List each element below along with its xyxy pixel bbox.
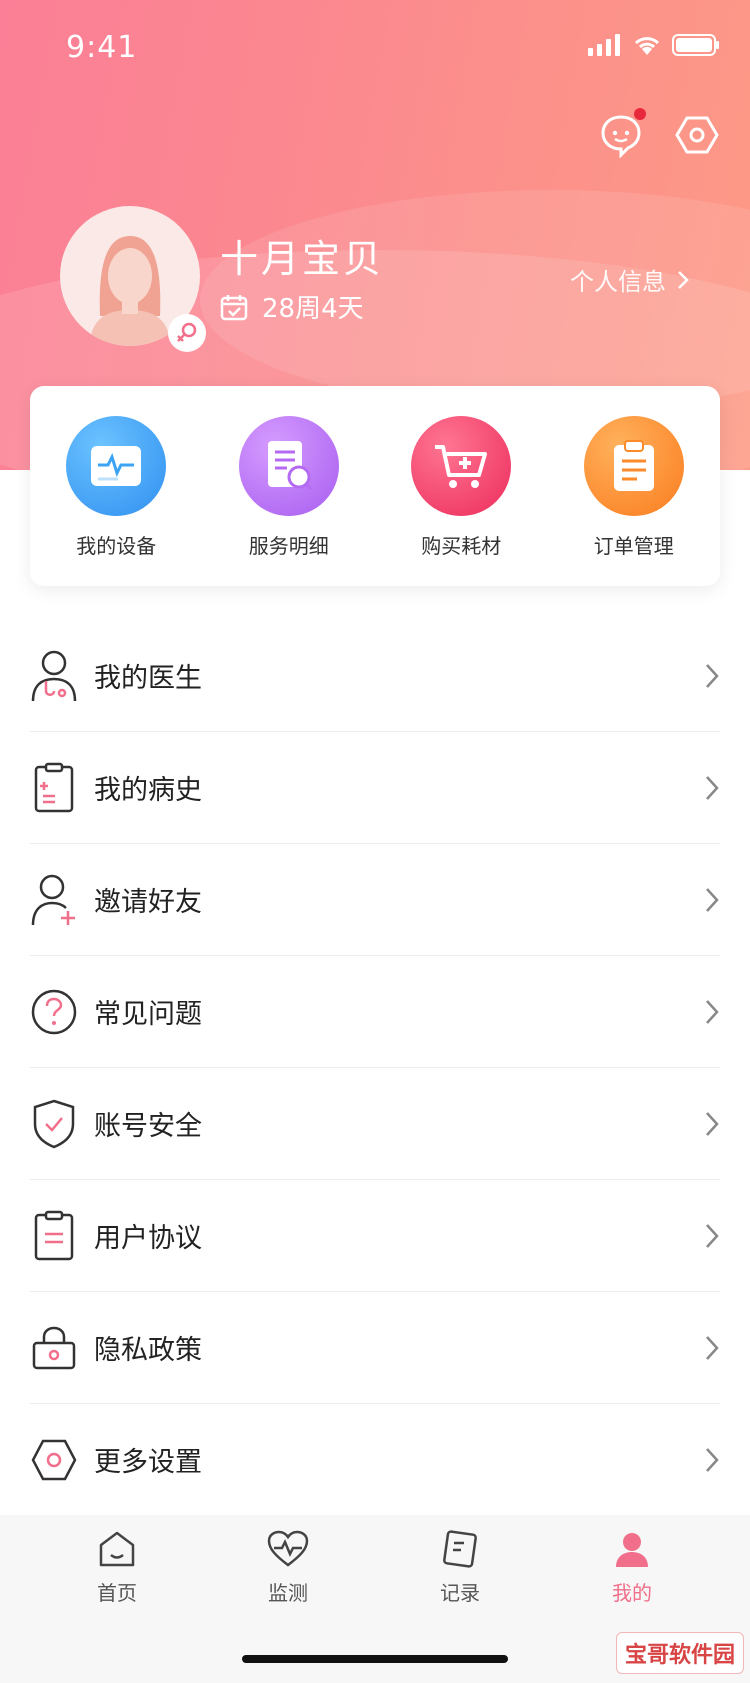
menu-item-medical-history[interactable]: 我的病史	[30, 732, 720, 844]
question-icon	[31, 989, 77, 1034]
avatar[interactable]	[60, 206, 206, 352]
quick-action-service-details[interactable]: 服务明细	[214, 416, 364, 559]
tab-mine[interactable]: 我的	[572, 1529, 692, 1606]
notebook-icon	[443, 1530, 477, 1568]
wifi-icon	[634, 37, 660, 55]
heart-monitor-icon	[267, 1530, 309, 1567]
menu-item-account-security[interactable]: 账号安全	[30, 1068, 720, 1180]
agreement-icon	[34, 1210, 74, 1260]
menu-item-label: 我的病史	[94, 775, 202, 806]
messages-button[interactable]	[598, 108, 646, 159]
battery-icon	[672, 34, 719, 56]
personal-info-label: 个人信息	[570, 268, 666, 296]
settings-icon	[31, 1439, 77, 1480]
home-indicator	[242, 1655, 508, 1663]
chevron-right-icon	[706, 1447, 719, 1472]
quick-action-label: 服务明细	[248, 534, 329, 558]
quick-action-my-devices[interactable]: 我的设备	[41, 416, 191, 559]
tab-home[interactable]: 首页	[57, 1529, 177, 1606]
chevron-right-icon	[706, 775, 719, 800]
tab-label: 首页	[97, 1581, 137, 1605]
chevron-right-icon	[706, 1223, 719, 1248]
chevron-right-icon	[706, 999, 719, 1024]
personal-info-link[interactable]: 个人信息	[570, 262, 690, 297]
tab-monitor[interactable]: 监测	[228, 1529, 348, 1606]
pregnancy-week: 28周4天	[220, 288, 364, 325]
quick-action-label: 购买耗材	[421, 534, 502, 558]
quick-action-label: 我的设备	[76, 534, 157, 558]
settings-button[interactable]	[674, 112, 720, 158]
notification-dot	[634, 108, 646, 120]
menu-item-label: 用户协议	[94, 1223, 202, 1254]
menu-item-label: 邀请好友	[94, 887, 202, 918]
monitor-icon	[91, 446, 142, 486]
menu-item-label: 常见问题	[94, 999, 202, 1030]
profile-icon	[616, 1533, 648, 1567]
tab-label: 记录	[440, 1581, 480, 1605]
status-bar: 9:41	[0, 0, 750, 96]
document-search-icon	[267, 441, 312, 491]
signal-icon	[588, 34, 620, 56]
watermark: 宝哥软件园	[615, 1632, 744, 1674]
medical-record-icon	[34, 762, 74, 812]
home-icon	[99, 1531, 135, 1567]
chevron-right-icon	[706, 1335, 719, 1360]
user-name: 十月宝贝	[220, 237, 385, 281]
lock-icon	[32, 1326, 76, 1369]
menu-item-faq[interactable]: 常见问题	[30, 956, 720, 1068]
tab-label: 我的	[612, 1581, 652, 1605]
chevron-right-icon	[706, 663, 719, 688]
menu-item-label: 我的医生	[94, 663, 202, 694]
gender-badge	[168, 314, 206, 352]
menu-item-user-agreement[interactable]: 用户协议	[30, 1180, 720, 1292]
menu-item-privacy-policy[interactable]: 隐私政策	[30, 1292, 720, 1404]
add-user-icon	[31, 874, 75, 925]
menu-item-my-doctor[interactable]: 我的医生	[30, 620, 720, 732]
menu-item-more-settings[interactable]: 更多设置	[30, 1404, 720, 1515]
quick-action-label: 订单管理	[593, 534, 674, 558]
female-symbol-icon	[177, 322, 197, 342]
tab-label: 监测	[268, 1581, 308, 1605]
pregnancy-week-text: 28周4天	[262, 294, 364, 324]
quick-actions-card: 我的设备 服务明细 购买耗材 订单管理	[30, 386, 720, 586]
menu-item-label: 更多设置	[94, 1447, 202, 1478]
doctor-icon	[31, 650, 77, 701]
calendar-check-icon	[220, 294, 248, 320]
quick-action-order-management[interactable]: 订单管理	[559, 416, 709, 559]
menu-item-invite-friends[interactable]: 邀请好友	[30, 844, 720, 956]
clipboard-icon	[613, 440, 654, 491]
settings-menu: 我的医生 我的病史 邀请好友 常见问题 账号安全 用户协议 隐私政策 更多设置	[30, 620, 720, 1515]
cart-icon	[435, 445, 488, 488]
chevron-right-icon	[678, 270, 689, 289]
status-time: 9:41	[66, 30, 138, 65]
tab-records[interactable]: 记录	[400, 1529, 520, 1606]
quick-action-buy-supplies[interactable]: 购买耗材	[386, 416, 536, 559]
shield-icon	[33, 1099, 75, 1148]
menu-item-label: 账号安全	[94, 1111, 202, 1142]
chevron-right-icon	[706, 1111, 719, 1136]
chevron-right-icon	[706, 887, 719, 912]
settings-hexagon-icon	[675, 116, 719, 154]
menu-item-label: 隐私政策	[94, 1335, 202, 1366]
